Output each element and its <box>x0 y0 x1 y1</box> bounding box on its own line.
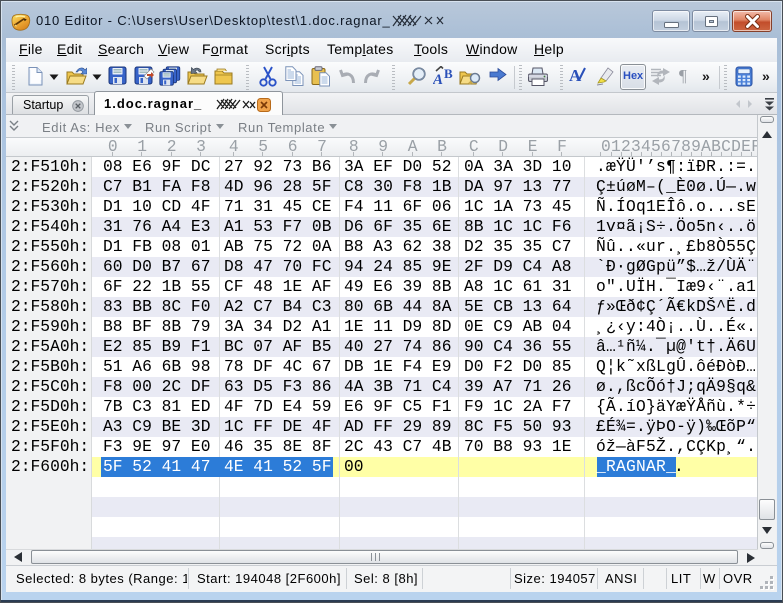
svg-text:A: A <box>569 66 582 85</box>
svg-text:¶: ¶ <box>679 66 687 85</box>
svg-text:B: B <box>444 66 453 81</box>
svg-text:A: A <box>433 72 443 87</box>
